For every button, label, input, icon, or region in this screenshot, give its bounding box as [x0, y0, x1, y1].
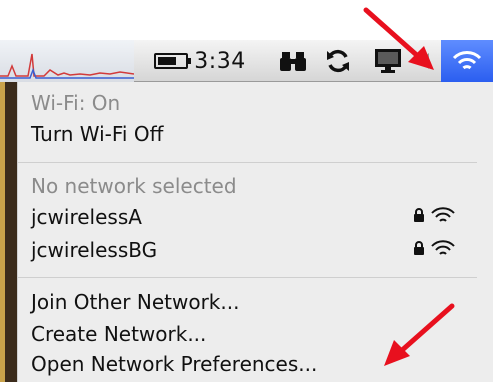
lock-icon — [414, 241, 424, 255]
wifi-status: Wi-Fi: On — [31, 91, 121, 115]
battery-status[interactable]: 3:34 — [140, 40, 260, 82]
desktop-background-edge — [0, 82, 17, 382]
open-network-preferences-item[interactable]: Open Network Preferences... — [31, 352, 317, 376]
wifi-signal-icon — [431, 240, 455, 255]
activity-graph[interactable] — [0, 40, 134, 82]
wifi-menu-icon[interactable] — [441, 40, 493, 82]
turn-wifi-off-item[interactable]: Turn Wi-Fi Off — [31, 122, 163, 146]
red-arrow-icon — [363, 7, 434, 70]
network-item-jcwirelessbg-icons — [413, 239, 455, 257]
no-network-selected-label: No network selected — [31, 174, 237, 198]
sync-icon[interactable] — [320, 40, 356, 82]
network-item-jcwirelessa[interactable]: jcwirelessA — [31, 205, 142, 229]
clock: 3:34 — [194, 48, 246, 74]
menu-separator — [17, 277, 477, 278]
create-network-item[interactable]: Create Network... — [31, 322, 206, 346]
wifi-icon — [452, 51, 482, 70]
menu-separator — [17, 162, 477, 163]
wifi-signal-icon — [431, 207, 455, 222]
network-item-jcwirelessa-icons — [413, 206, 455, 224]
binoculars-icon[interactable] — [275, 40, 311, 82]
red-arrow-icon — [384, 303, 455, 366]
lock-icon — [414, 208, 424, 222]
join-other-network-item[interactable]: Join Other Network... — [31, 290, 239, 314]
battery-icon — [154, 53, 192, 69]
network-item-jcwirelessbg[interactable]: jcwirelessBG — [31, 238, 157, 262]
